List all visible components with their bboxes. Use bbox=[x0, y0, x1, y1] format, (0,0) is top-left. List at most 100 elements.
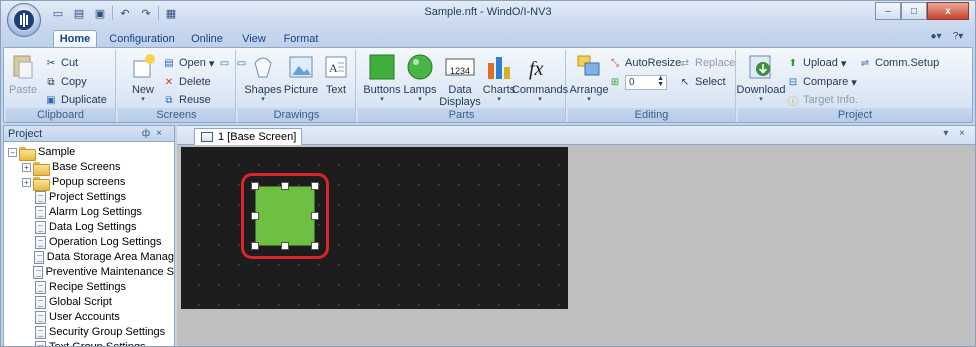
tree-item-label: Operation Log Settings bbox=[49, 236, 162, 248]
tree-item-label: Preventive Maintenance S bbox=[45, 266, 174, 278]
autoresize-button[interactable]: ⤡ AutoResize bbox=[608, 55, 681, 71]
download-button[interactable]: Download ▾ bbox=[737, 52, 785, 104]
close-button[interactable]: x bbox=[927, 2, 969, 20]
svg-text:fx: fx bbox=[529, 58, 544, 80]
folder-icon bbox=[33, 176, 50, 191]
tab-format[interactable]: Format bbox=[281, 30, 321, 47]
copy-button[interactable]: ⧉ Copy bbox=[44, 74, 86, 90]
tree-item[interactable]: Global Script bbox=[4, 295, 174, 310]
application-button[interactable] bbox=[7, 3, 41, 37]
buttons-button[interactable]: Buttons ▾ bbox=[363, 52, 401, 104]
screens-group: New ▾ ▤ Open ▾ ▭ ▭ ✕ Delete ⧉ Reuse Screens bbox=[118, 50, 246, 122]
picture-icon bbox=[286, 52, 316, 82]
document-tab-label: 1 [Base Screen] bbox=[218, 131, 297, 143]
document-icon bbox=[35, 326, 46, 339]
help-area: ●▾ ?▾ bbox=[927, 29, 967, 43]
arrange-button[interactable]: Arrange ▾ bbox=[569, 52, 609, 104]
tree-item[interactable]: Project Settings bbox=[4, 190, 174, 205]
screens-caption: Screens bbox=[118, 108, 235, 122]
pin-icon[interactable]: ф bbox=[142, 128, 156, 139]
folder-icon bbox=[19, 146, 36, 161]
screen-canvas[interactable] bbox=[181, 147, 568, 309]
window-title: Sample.nft - WindO/I-NV3 bbox=[424, 6, 552, 18]
tree-item[interactable]: Security Group Settings bbox=[4, 325, 174, 340]
clipboard-group: Paste ✂ Cut ⧉ Copy ▣ Duplicate Clipboard bbox=[6, 50, 116, 122]
upload-button[interactable]: ⬆ Upload ▾ bbox=[786, 55, 847, 71]
tree-item-label: Data Log Settings bbox=[49, 221, 137, 233]
compare-button[interactable]: ⊟ Compare ▾ bbox=[786, 74, 857, 90]
select-button[interactable]: ↖ Select bbox=[678, 74, 726, 90]
maximize-button[interactable]: □ bbox=[901, 2, 927, 20]
tab-online[interactable]: Online bbox=[187, 30, 227, 47]
open-screen-button[interactable]: ▤ Open ▾ ▭ ▭ bbox=[162, 55, 248, 71]
project-group: Download ▾ ⬆ Upload ▾ ⊟ Compare ▾ ⓘ Target In… bbox=[737, 50, 972, 122]
commands-button[interactable]: fx Commands ▾ bbox=[512, 52, 568, 104]
spin-control[interactable]: ⊞ 0 ▲ ▼ bbox=[608, 74, 667, 90]
tree-item[interactable]: Preventive Maintenance S bbox=[4, 265, 174, 280]
picture-button[interactable]: Picture bbox=[284, 52, 318, 96]
tab-base-screen-1[interactable]: 1 [Base Screen] bbox=[194, 128, 302, 145]
work-area: 1 [Base Screen] ▾ × bbox=[177, 125, 975, 346]
tree-item-label: Security Group Settings bbox=[49, 326, 166, 338]
tree-item[interactable]: Alarm Log Settings bbox=[4, 205, 174, 220]
document-icon bbox=[33, 251, 44, 264]
selection-highlight bbox=[241, 173, 329, 259]
tab-configuration[interactable]: Configuration bbox=[105, 30, 179, 47]
tree-item-label: Alarm Log Settings bbox=[49, 206, 142, 218]
tree-item[interactable]: Operation Log Settings bbox=[4, 235, 174, 250]
parts-group: Buttons ▾ Lamps ▾ Data Displays 1234 Cha… bbox=[358, 50, 568, 122]
tree-item[interactable]: Data Log Settings bbox=[4, 220, 174, 235]
duplicate-button[interactable]: ▣ Duplicate bbox=[44, 92, 107, 108]
expander-icon[interactable]: + bbox=[22, 178, 31, 187]
shapes-button[interactable]: Shapes ▾ bbox=[244, 52, 282, 104]
paste-button[interactable]: Paste bbox=[8, 52, 38, 96]
info-icon: ⓘ bbox=[788, 96, 798, 108]
tree-folder[interactable]: − Sample bbox=[4, 145, 174, 161]
tree-item-label: Popup screens bbox=[52, 176, 126, 188]
text-button[interactable]: A Text bbox=[322, 52, 350, 96]
replace-button[interactable]: ⇄ Replace bbox=[678, 55, 736, 71]
tree-item[interactable]: Text Group Settings bbox=[4, 340, 174, 346]
compare-icon: ⊟ bbox=[788, 76, 798, 88]
target-info-button[interactable]: ⓘ Target Info. bbox=[786, 92, 858, 108]
app-logo-icon bbox=[14, 10, 34, 30]
document-icon bbox=[35, 281, 46, 294]
document-icon bbox=[35, 221, 46, 234]
tree-item[interactable]: Recipe Settings bbox=[4, 280, 174, 295]
new-screen-button[interactable]: New ▾ bbox=[130, 52, 156, 104]
comm-setup-icon: ⇌ bbox=[860, 57, 870, 69]
editing-group: Arrange ▾ ⤡ AutoResize ⊞ 0 ▲ ▼ ⇄ Replace ↖ Se… bbox=[568, 50, 736, 122]
spin-input[interactable]: 0 ▲ ▼ bbox=[625, 74, 667, 90]
text-icon: A bbox=[321, 52, 351, 82]
reuse-screen-button[interactable]: ⧉ Reuse bbox=[162, 92, 210, 108]
lamps-button[interactable]: Lamps ▾ bbox=[402, 52, 438, 104]
document-icon bbox=[35, 311, 46, 324]
document-tab-bar: 1 [Base Screen] ▾ × bbox=[177, 126, 975, 145]
tab-view[interactable]: View bbox=[239, 30, 269, 47]
counter-icon: ⊞ bbox=[610, 76, 620, 88]
charts-button[interactable]: Charts ▾ bbox=[482, 52, 516, 104]
copy-icon: ⧉ bbox=[47, 76, 55, 88]
panel-close-icon[interactable]: × bbox=[156, 128, 168, 139]
tree-folder[interactable]: + Base Screens bbox=[4, 160, 174, 176]
expander-icon[interactable]: + bbox=[22, 163, 31, 172]
minimize-button[interactable]: – bbox=[875, 2, 901, 20]
expander-icon[interactable]: − bbox=[8, 148, 17, 157]
download-icon bbox=[746, 52, 776, 82]
tab-home[interactable]: Home bbox=[53, 30, 97, 47]
document-tab-controls[interactable]: ▾ × bbox=[943, 128, 969, 139]
reuse-icon: ⧉ bbox=[165, 94, 173, 106]
tree-item-label: Recipe Settings bbox=[49, 281, 127, 293]
tree-item[interactable]: User Accounts bbox=[4, 310, 174, 325]
paste-icon bbox=[8, 52, 38, 82]
data-displays-button[interactable]: Data Displays bbox=[439, 52, 481, 108]
comm-setup-button[interactable]: ⇌ Comm.Setup bbox=[858, 55, 939, 71]
help-icon[interactable]: ?▾ bbox=[949, 29, 967, 43]
delete-screen-button[interactable]: ✕ Delete bbox=[162, 74, 211, 90]
style-icon[interactable]: ●▾ bbox=[927, 29, 945, 43]
tree-item[interactable]: Data Storage Area Manag bbox=[4, 250, 174, 265]
cut-button[interactable]: ✂ Cut bbox=[44, 55, 78, 71]
project-panel: Project ф× − Sample + Base Screens + Popup sc… bbox=[3, 125, 175, 346]
tree-item-label: Base Screens bbox=[52, 161, 121, 173]
tree-folder[interactable]: + Popup screens bbox=[4, 175, 174, 191]
